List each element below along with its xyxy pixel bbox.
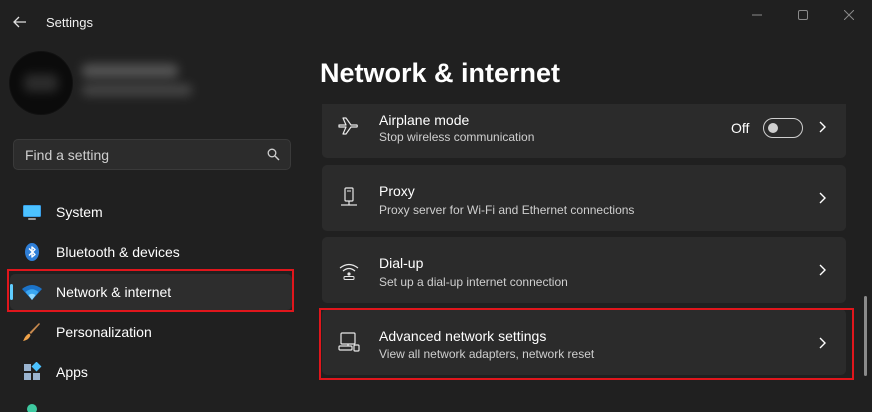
sidebar-item-bluetooth[interactable]: Bluetooth & devices <box>10 234 292 270</box>
chevron-right-icon <box>819 121 826 133</box>
minimize-icon <box>752 14 762 16</box>
avatar-blur <box>24 74 58 92</box>
setting-dial-up[interactable]: Dial-up Set up a dial-up internet connec… <box>322 237 846 303</box>
sidebar-item-label: System <box>56 204 103 220</box>
setting-title: Airplane mode <box>379 112 470 128</box>
maximize-button[interactable] <box>792 6 814 24</box>
sidebar-item-label: Personalization <box>56 324 152 340</box>
scrollbar-thumb[interactable] <box>864 296 867 376</box>
sidebar-item-personalization[interactable]: Personalization <box>10 314 292 350</box>
sidebar-item-partial[interactable] <box>10 394 292 412</box>
toggle-knob <box>768 123 778 133</box>
setting-subtitle: Proxy server for Wi-Fi and Ethernet conn… <box>379 203 635 217</box>
highlight-box-advanced <box>319 308 854 380</box>
app-title: Settings <box>46 15 93 30</box>
user-name-blurred <box>82 64 178 78</box>
airplane-icon <box>338 117 358 135</box>
dialup-icon <box>339 263 359 280</box>
apps-icon <box>24 362 42 380</box>
brush-icon <box>23 323 40 341</box>
title-bar: Settings <box>0 0 872 44</box>
search-box[interactable] <box>13 139 291 170</box>
sidebar-item-system[interactable]: System <box>10 194 292 230</box>
setting-title: Dial-up <box>379 255 424 271</box>
close-button[interactable] <box>838 6 860 24</box>
toggle-state-label: Off <box>731 120 750 136</box>
search-input[interactable] <box>23 146 257 164</box>
highlight-box-nav <box>7 269 294 312</box>
proxy-icon <box>341 187 357 206</box>
chevron-right-icon <box>819 192 826 204</box>
close-icon <box>844 10 854 20</box>
sidebar-item-label: Apps <box>56 364 88 380</box>
minimize-button[interactable] <box>746 6 768 24</box>
chevron-right-icon <box>819 264 826 276</box>
back-arrow-icon <box>13 16 26 28</box>
monitor-icon <box>23 205 41 220</box>
sidebar-item-apps[interactable]: Apps <box>10 354 292 390</box>
maximize-icon <box>798 10 808 20</box>
user-email-blurred <box>82 84 192 96</box>
setting-proxy[interactable]: Proxy Proxy server for Wi-Fi and Etherne… <box>322 165 846 231</box>
search-icon <box>267 148 280 161</box>
back-button[interactable] <box>10 12 30 32</box>
sidebar-item-label: Bluetooth & devices <box>56 244 180 260</box>
setting-title: Proxy <box>379 183 415 199</box>
setting-airplane-mode[interactable]: Airplane mode Stop wireless communicatio… <box>322 104 846 158</box>
bluetooth-icon <box>25 243 39 261</box>
accounts-icon <box>27 404 37 412</box>
setting-subtitle: Set up a dial-up internet connection <box>379 275 568 289</box>
page-title: Network & internet <box>320 58 561 88</box>
setting-subtitle: Stop wireless communication <box>379 130 535 144</box>
airplane-mode-toggle[interactable] <box>763 118 803 138</box>
